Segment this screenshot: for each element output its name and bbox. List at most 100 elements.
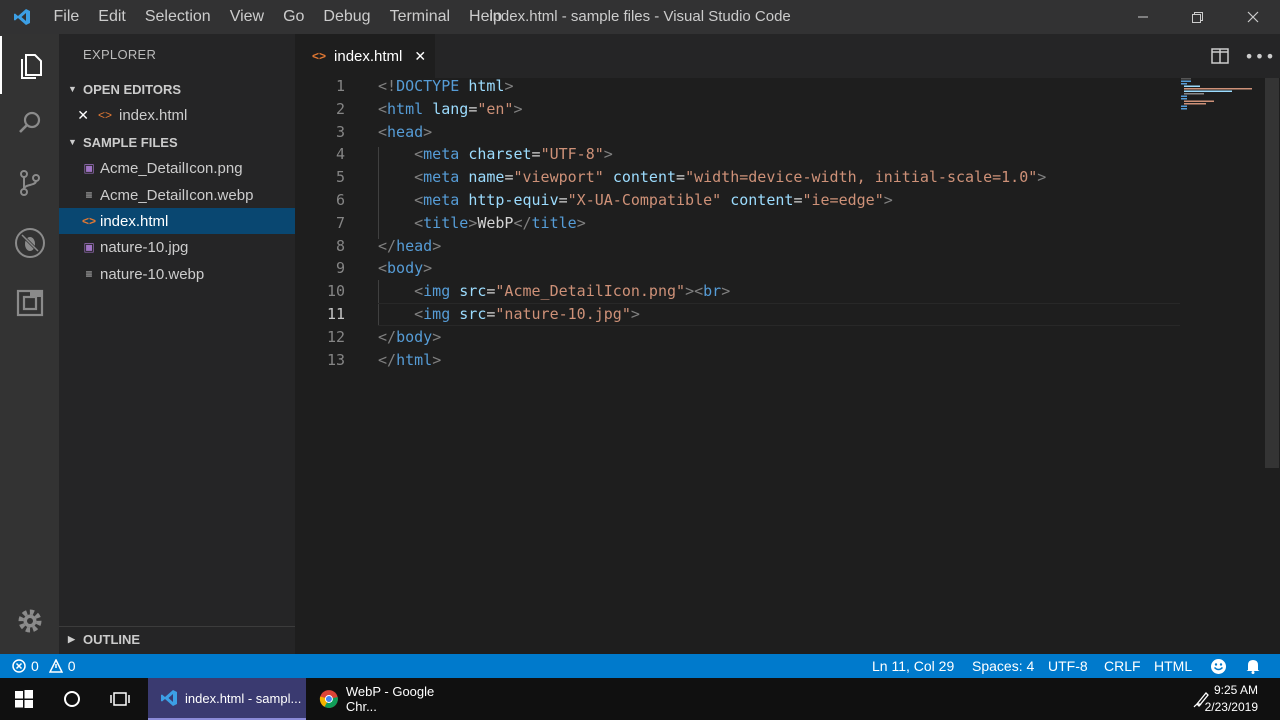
files-icon bbox=[20, 54, 42, 79]
close-window-button[interactable] bbox=[1230, 0, 1276, 34]
code-line: <!DOCTYPE html> bbox=[378, 77, 514, 95]
warning-count: 0 bbox=[67, 658, 76, 674]
task-view-button[interactable] bbox=[96, 678, 144, 720]
file-encoding[interactable]: UTF-8 bbox=[1048, 654, 1088, 678]
line-number: 12 bbox=[326, 328, 345, 346]
line-number: 5 bbox=[335, 168, 345, 186]
html-file-icon: <> bbox=[81, 214, 96, 228]
line-number-current: 11 bbox=[326, 305, 345, 323]
line-number: 9 bbox=[335, 259, 345, 277]
chevron-right-icon: ▶ bbox=[68, 633, 75, 644]
tab-label: index.html bbox=[334, 47, 403, 65]
file-item[interactable]: ≡ Acme_DetailIcon.webp bbox=[59, 182, 295, 208]
system-clock[interactable]: 9:25 AM 2/23/2019 bbox=[1205, 682, 1258, 716]
indentation[interactable]: Spaces: 4 bbox=[972, 654, 1034, 678]
code-line: <title>WebP</title> bbox=[414, 214, 586, 232]
sample-files-label: SAMPLE FILES bbox=[83, 134, 178, 150]
file-name: nature-10.jpg bbox=[100, 238, 189, 256]
vscode-icon bbox=[161, 690, 177, 706]
menu-file[interactable]: File bbox=[44, 0, 89, 34]
chevron-down-icon: ▼ bbox=[68, 137, 77, 147]
close-tab-icon[interactable]: ✕ bbox=[414, 48, 426, 65]
taskbar-app-chrome[interactable]: WebP - Google Chr... bbox=[310, 678, 468, 720]
generic-file-icon: ≡ bbox=[85, 267, 93, 281]
chrome-icon bbox=[319, 690, 338, 708]
end-of-line[interactable]: CRLF bbox=[1104, 654, 1141, 678]
code-line: </head> bbox=[378, 237, 442, 255]
extensions-icon bbox=[16, 289, 43, 317]
menu-go[interactable]: Go bbox=[274, 0, 314, 34]
menu-help[interactable]: Help bbox=[460, 0, 512, 34]
notifications-button[interactable] bbox=[1245, 654, 1261, 678]
open-editors-header[interactable]: ▼ OPEN EDITORS bbox=[59, 77, 295, 101]
menu-selection[interactable]: Selection bbox=[135, 0, 220, 34]
windows-taskbar: index.html - sampl... WebP - Google Chr.… bbox=[0, 678, 1280, 720]
language-mode[interactable]: HTML bbox=[1154, 654, 1192, 678]
image-file-icon: ▣ bbox=[83, 161, 95, 175]
ellipsis-icon: ••• bbox=[1244, 46, 1276, 66]
file-name: Acme_DetailIcon.webp bbox=[100, 186, 254, 204]
code-line: </html> bbox=[378, 351, 442, 369]
problems-indicator[interactable]: 0 0 bbox=[12, 654, 76, 678]
line-number: 8 bbox=[335, 237, 345, 255]
source-control-activity[interactable] bbox=[0, 154, 59, 212]
code-line: </body> bbox=[378, 328, 442, 346]
explorer-sidebar: EXPLORER ▼ OPEN EDITORS ✕ <> index.html … bbox=[59, 34, 295, 654]
file-name: Acme_DetailIcon.png bbox=[100, 159, 243, 177]
tab-index-html[interactable]: <> index.html ✕ bbox=[295, 34, 435, 78]
outline-header[interactable]: ▶ OUTLINE bbox=[59, 626, 295, 651]
manage-activity[interactable] bbox=[0, 592, 59, 650]
code-editor[interactable]: 1 2 3 4 5 6 7 8 9 10 11 12 13 <!DOCTYPE … bbox=[295, 77, 1280, 654]
split-editor-button[interactable] bbox=[1205, 34, 1235, 78]
menu-view[interactable]: View bbox=[220, 0, 273, 34]
file-item[interactable]: ▣ nature-10.jpg bbox=[59, 234, 295, 260]
code-line: <body> bbox=[378, 259, 433, 277]
search-activity[interactable] bbox=[0, 94, 59, 152]
task-view-icon bbox=[110, 692, 130, 706]
status-bar: 0 0 Ln 11, Col 29 Spaces: 4 UTF-8 CRLF H… bbox=[0, 654, 1280, 678]
search-taskbar-button[interactable] bbox=[48, 678, 96, 720]
file-item[interactable]: ≡ nature-10.webp bbox=[59, 261, 295, 287]
activity-bar bbox=[0, 34, 59, 654]
menu-terminal[interactable]: Terminal bbox=[380, 0, 459, 34]
minimize-icon bbox=[1138, 16, 1148, 18]
restore-button[interactable] bbox=[1174, 0, 1220, 34]
extensions-activity[interactable] bbox=[0, 274, 59, 332]
bell-icon bbox=[1246, 660, 1260, 674]
source-control-icon bbox=[19, 170, 40, 196]
close-editor-icon[interactable]: ✕ bbox=[59, 107, 89, 124]
cortana-icon bbox=[64, 691, 80, 707]
taskbar-app-vscode[interactable]: index.html - sampl... bbox=[148, 678, 306, 720]
cursor-position[interactable]: Ln 11, Col 29 bbox=[872, 654, 954, 678]
open-editor-item[interactable]: ✕ <> index.html bbox=[59, 102, 295, 128]
line-number: 2 bbox=[335, 100, 345, 118]
start-button[interactable] bbox=[0, 678, 48, 720]
code-line: <img src="Acme_DetailIcon.png"><br> bbox=[414, 282, 731, 300]
code-line: <meta http-equiv="X-UA-Compatible" conte… bbox=[414, 191, 893, 209]
minimize-button[interactable] bbox=[1120, 0, 1166, 34]
html-file-icon: <> bbox=[312, 49, 327, 63]
more-actions-button[interactable]: ••• bbox=[1244, 34, 1276, 78]
error-icon bbox=[12, 659, 26, 673]
line-number: 4 bbox=[335, 145, 345, 163]
feedback-button[interactable] bbox=[1210, 654, 1227, 678]
split-editor-icon bbox=[1211, 48, 1229, 64]
vertical-scrollbar[interactable] bbox=[1265, 78, 1279, 468]
sample-files-header[interactable]: ▼ SAMPLE FILES bbox=[59, 130, 295, 154]
image-file-icon: ▣ bbox=[83, 240, 95, 254]
smiley-icon bbox=[1211, 658, 1226, 674]
file-item-selected[interactable]: <> index.html bbox=[59, 208, 295, 234]
windows-logo-icon bbox=[15, 690, 33, 708]
generic-file-icon: ≡ bbox=[85, 188, 93, 202]
minimap[interactable] bbox=[1179, 78, 1269, 654]
menu-edit[interactable]: Edit bbox=[89, 0, 136, 34]
warning-icon bbox=[48, 659, 63, 673]
file-item[interactable]: ▣ Acme_DetailIcon.png bbox=[59, 155, 295, 181]
restore-icon bbox=[1192, 12, 1203, 23]
menu-debug[interactable]: Debug bbox=[314, 0, 380, 34]
chevron-down-icon: ▼ bbox=[68, 84, 77, 94]
error-count: 0 bbox=[31, 658, 39, 674]
html-file-icon: <> bbox=[97, 108, 112, 122]
explorer-activity[interactable] bbox=[0, 36, 59, 94]
debug-activity[interactable] bbox=[0, 214, 59, 272]
